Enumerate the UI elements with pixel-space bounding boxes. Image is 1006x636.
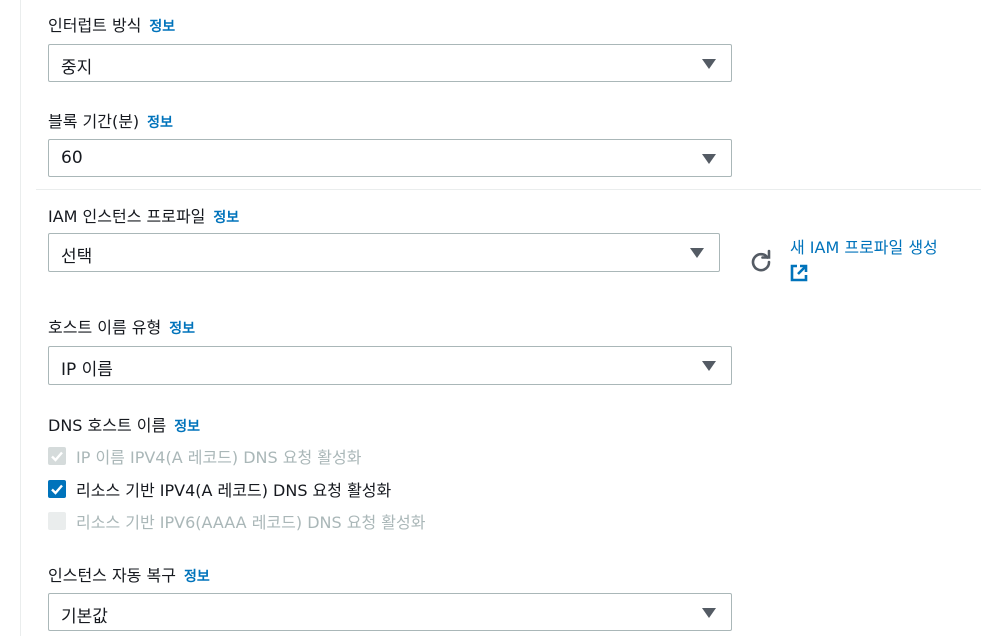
checkbox-label: IP 이름 IPV4(A 레코드) DNS 요청 활성화 [76, 448, 362, 467]
caret-down-icon [690, 248, 704, 258]
hostname-type-label-text: 호스트 이름 유형 [48, 318, 162, 337]
checkbox-label: 리소스 기반 IPV6(AAAA 레코드) DNS 요청 활성화 [76, 513, 426, 532]
hostname-type-info-link[interactable]: 정보 [169, 321, 195, 337]
caret-down-icon [702, 154, 716, 164]
iam-profile-info-link[interactable]: 정보 [213, 210, 239, 226]
auto-recovery-select-value: 기본값 [61, 607, 108, 627]
dns-option-resource-ipv6: 리소스 기반 IPV6(AAAA 레코드) DNS 요청 활성화 [48, 509, 425, 533]
block-duration-info-link[interactable]: 정보 [147, 115, 173, 131]
dns-option-ip-name: IP 이름 IPV4(A 레코드) DNS 요청 활성화 [48, 444, 361, 468]
refresh-icon[interactable] [748, 248, 774, 274]
hostname-type-label: 호스트 이름 유형 정보 [48, 314, 195, 338]
checkbox [48, 447, 66, 465]
interrupt-label-text: 인터럽트 방식 [48, 16, 142, 35]
caret-down-icon [702, 361, 716, 371]
hostname-type-select[interactable]: IP 이름 [48, 346, 732, 385]
external-link-icon[interactable] [789, 263, 809, 283]
iam-profile-select[interactable]: 선택 [48, 233, 720, 272]
checkbox-label: 리소스 기반 IPV4(A 레코드) DNS 요청 활성화 [76, 481, 392, 500]
dns-hostname-info-link[interactable]: 정보 [174, 419, 200, 435]
dns-hostname-label-text: DNS 호스트 이름 [48, 416, 167, 435]
checkmark-icon [51, 451, 63, 462]
interrupt-select-value: 중지 [61, 58, 93, 78]
block-duration-select[interactable]: 60 [48, 139, 732, 177]
panel-left-border [20, 0, 21, 636]
auto-recovery-select[interactable]: 기본값 [48, 593, 732, 631]
auto-recovery-label: 인스턴스 자동 복구 정보 [48, 562, 210, 586]
block-duration-label-text: 블록 기간(분) [48, 112, 140, 131]
auto-recovery-info-link[interactable]: 정보 [184, 569, 210, 585]
block-duration-select-value: 60 [61, 148, 83, 168]
checkmark-icon [51, 484, 63, 495]
caret-down-icon [702, 59, 716, 69]
interrupt-info-link[interactable]: 정보 [149, 19, 175, 35]
section-divider [36, 189, 981, 190]
interrupt-select[interactable]: 중지 [48, 44, 732, 82]
create-iam-profile-link[interactable]: 새 IAM 프로파일 생성 [790, 234, 938, 258]
interrupt-label: 인터럽트 방식 정보 [48, 12, 175, 36]
checkbox [48, 512, 66, 530]
block-duration-label: 블록 기간(분) 정보 [48, 108, 173, 132]
hostname-type-select-value: IP 이름 [61, 360, 113, 380]
dns-hostname-label: DNS 호스트 이름 정보 [48, 412, 200, 436]
iam-profile-label: IAM 인스턴스 프로파일 정보 [48, 203, 239, 227]
dns-option-resource-ipv4[interactable]: 리소스 기반 IPV4(A 레코드) DNS 요청 활성화 [48, 477, 391, 501]
iam-profile-label-text: IAM 인스턴스 프로파일 [48, 207, 206, 226]
auto-recovery-label-text: 인스턴스 자동 복구 [48, 566, 176, 585]
iam-profile-select-value: 선택 [61, 247, 93, 267]
caret-down-icon [702, 608, 716, 618]
checkbox[interactable] [48, 480, 66, 498]
